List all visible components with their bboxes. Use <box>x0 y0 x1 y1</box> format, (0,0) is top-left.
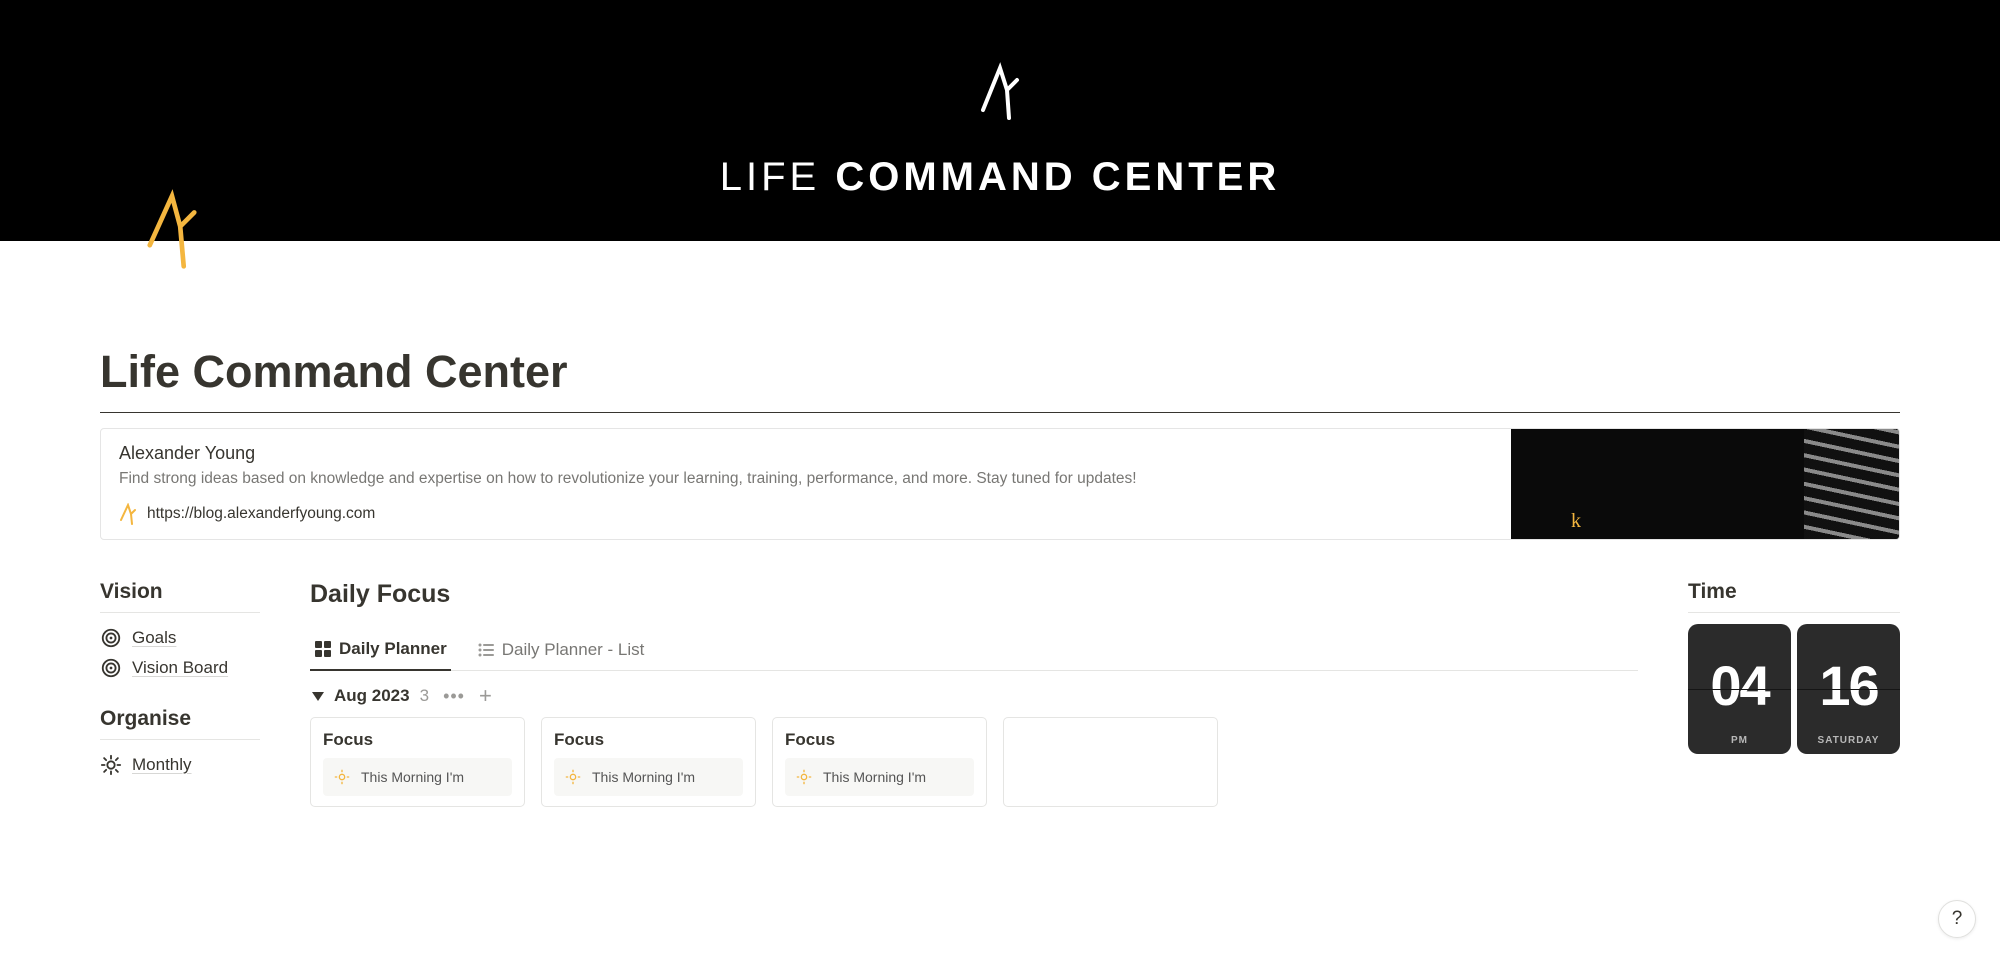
board-card[interactable]: Focus This Morning I'm <box>310 717 525 807</box>
board-icon <box>314 640 332 658</box>
sidebar-item-vision-board[interactable]: Vision Board <box>100 653 260 683</box>
card-property: This Morning I'm <box>554 758 743 796</box>
time-heading: Time <box>1688 580 1900 604</box>
bookmark-description: Find strong ideas based on knowledge and… <box>119 470 1493 488</box>
tab-daily-planner[interactable]: Daily Planner <box>310 631 451 671</box>
vision-heading: Vision <box>100 580 260 604</box>
tab-label: Daily Planner - List <box>502 640 645 660</box>
clock-minute: 16 SATURDAY <box>1797 624 1900 754</box>
tab-label: Daily Planner <box>339 639 447 659</box>
add-icon[interactable]: + <box>479 685 492 707</box>
clock-day: SATURDAY <box>1818 735 1880 746</box>
target-icon <box>100 627 122 649</box>
board-cards: Focus This Morning I'm Focus This <box>310 717 1638 807</box>
banner-title: LIFE COMMAND CENTER <box>0 155 2000 200</box>
sun-icon <box>100 754 122 776</box>
sun-icon <box>795 768 813 786</box>
sidebar-item-label: Goals <box>132 628 176 648</box>
divider <box>100 412 1900 413</box>
divider <box>1688 612 1900 613</box>
sun-icon <box>564 768 582 786</box>
sidebar-item-monthly[interactable]: Monthly <box>100 750 260 780</box>
banner-title-bold: COMMAND CENTER <box>835 155 1280 199</box>
list-icon <box>477 641 495 659</box>
group-header: Aug 2023 3 ••• + <box>310 671 1638 717</box>
clock-ampm: PM <box>1731 735 1748 746</box>
logo-mark-icon <box>974 115 1026 132</box>
help-icon: ? <box>1952 908 1963 930</box>
banner-content: LIFE COMMAND CENTER <box>0 58 2000 200</box>
group-count: 3 <box>420 686 429 706</box>
target-icon <box>100 657 122 679</box>
organise-heading: Organise <box>100 707 260 731</box>
main-column: Daily Focus Daily Planner Daily Planner … <box>310 580 1638 807</box>
view-tabs: Daily Planner Daily Planner - List <box>310 631 1638 671</box>
bookmark-preview-image: k <box>1511 429 1899 539</box>
page-title[interactable]: Life Command Center <box>100 346 1900 398</box>
clock-minute-value: 16 <box>1819 653 1877 718</box>
bookmark-favicon-icon <box>119 503 137 525</box>
toggle-icon[interactable] <box>312 692 324 701</box>
banner-title-light: LIFE <box>720 155 836 199</box>
time-column: Time 04 PM 16 SATURDAY <box>1688 580 1900 807</box>
card-title: Focus <box>785 730 974 750</box>
sidebar-item-goals[interactable]: Goals <box>100 623 260 653</box>
card-property: This Morning I'm <box>323 758 512 796</box>
daily-focus-heading: Daily Focus <box>310 580 1638 609</box>
board-card[interactable]: Focus This Morning I'm <box>541 717 756 807</box>
divider <box>100 739 260 740</box>
divider <box>100 612 260 613</box>
clock-hour-value: 04 <box>1710 653 1768 718</box>
cover-banner: LIFE COMMAND CENTER <box>0 0 2000 241</box>
group-label[interactable]: Aug 2023 <box>334 686 410 706</box>
card-property: This Morning I'm <box>785 758 974 796</box>
page-icon[interactable] <box>140 189 204 271</box>
sidebar-column: Vision Goals Vision Board Organise <box>100 580 260 807</box>
more-icon[interactable]: ••• <box>439 687 469 705</box>
page-content: Life Command Center Alexander Young Find… <box>0 346 2000 847</box>
bookmark-card[interactable]: Alexander Young Find strong ideas based … <box>100 428 1900 540</box>
tab-daily-planner-list[interactable]: Daily Planner - List <box>473 632 649 670</box>
bookmark-url: https://blog.alexanderfyoung.com <box>147 505 375 523</box>
bookmark-text: Alexander Young Find strong ideas based … <box>101 429 1511 539</box>
sidebar-item-label: Monthly <box>132 755 192 775</box>
card-title: Focus <box>323 730 512 750</box>
bookmark-title: Alexander Young <box>119 443 1493 464</box>
help-button[interactable]: ? <box>1938 900 1976 938</box>
clock-hour: 04 PM <box>1688 624 1791 754</box>
sidebar-item-label: Vision Board <box>132 658 228 678</box>
board-card-empty[interactable] <box>1003 717 1218 807</box>
board-card[interactable]: Focus This Morning I'm <box>772 717 987 807</box>
flip-clock: 04 PM 16 SATURDAY <box>1688 624 1900 754</box>
card-property-label: This Morning I'm <box>592 769 695 785</box>
card-title: Focus <box>554 730 743 750</box>
card-property-label: This Morning I'm <box>361 769 464 785</box>
sun-icon <box>333 768 351 786</box>
card-property-label: This Morning I'm <box>823 769 926 785</box>
main-columns: Vision Goals Vision Board Organise <box>100 580 1900 807</box>
